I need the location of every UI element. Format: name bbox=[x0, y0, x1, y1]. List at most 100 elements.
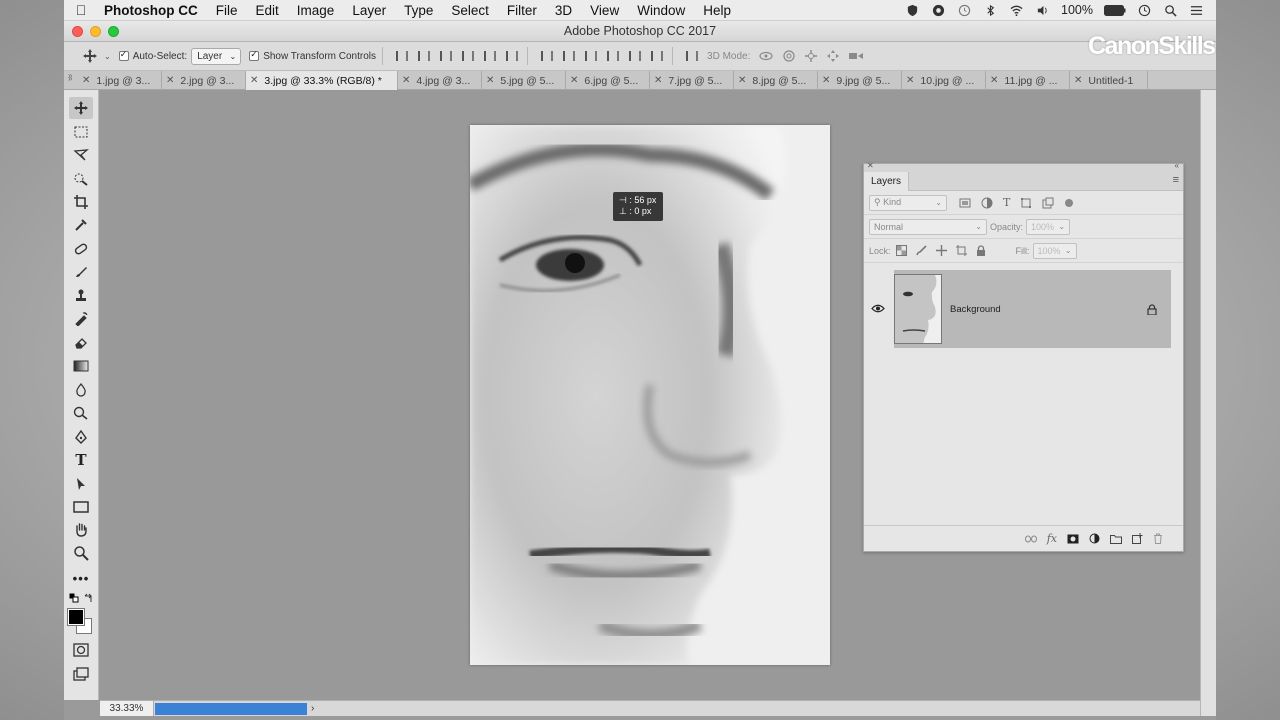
layer-lock-icon[interactable] bbox=[1147, 303, 1157, 315]
new-layer-icon[interactable] bbox=[1132, 533, 1143, 544]
history-brush-tool[interactable] bbox=[69, 308, 93, 330]
fill-field[interactable]: 100% ⌄ bbox=[1032, 242, 1077, 259]
close-tab-icon[interactable]: ✕ bbox=[402, 75, 410, 86]
eyedropper-tool[interactable] bbox=[69, 214, 93, 236]
rectangle-tool[interactable] bbox=[69, 496, 93, 518]
menu-select[interactable]: Select bbox=[442, 3, 498, 18]
tab-5-jpg[interactable]: ✕ 5.jpg @ 5... bbox=[482, 71, 566, 90]
lock-image-pixels-icon[interactable] bbox=[915, 245, 927, 256]
path-selection-tool[interactable] bbox=[69, 473, 93, 495]
close-tab-icon[interactable]: ✕ bbox=[250, 75, 258, 86]
menu-window[interactable]: Window bbox=[628, 3, 694, 18]
marquee-tool[interactable] bbox=[69, 121, 93, 143]
quick-mask-button[interactable] bbox=[69, 639, 93, 661]
filter-kind-dropdown[interactable]: ⚲ Kind ⌄ bbox=[869, 194, 947, 211]
filter-adjustment-icon[interactable] bbox=[981, 197, 993, 209]
dodge-tool[interactable] bbox=[69, 402, 93, 424]
layer-row-background[interactable]: Background bbox=[894, 270, 1171, 348]
align-bottom-icon[interactable] bbox=[437, 49, 453, 63]
new-adjustment-layer-icon[interactable] bbox=[1089, 533, 1100, 544]
new-group-folder-icon[interactable] bbox=[1110, 534, 1122, 544]
tool-preset-dropdown-icon[interactable]: ⌄ bbox=[104, 52, 111, 61]
quick-selection-tool[interactable] bbox=[69, 168, 93, 190]
3d-scale-icon[interactable] bbox=[848, 49, 864, 63]
close-tab-icon[interactable]: ✕ bbox=[990, 75, 998, 86]
menu-file[interactable]: File bbox=[207, 3, 247, 18]
zoom-window-button[interactable] bbox=[108, 26, 119, 37]
show-transform-check[interactable] bbox=[249, 49, 260, 61]
bluetooth-icon[interactable] bbox=[983, 4, 998, 17]
swap-colors-icon[interactable] bbox=[84, 593, 94, 603]
tab-11-jpg[interactable]: ✕ 11.jpg @ ... bbox=[986, 71, 1070, 90]
layer-visibility-eye-icon[interactable] bbox=[871, 304, 885, 313]
3d-slide-icon[interactable] bbox=[826, 49, 840, 63]
spotlight-search-icon[interactable] bbox=[1163, 4, 1178, 17]
align-vertical-center-icon[interactable] bbox=[415, 49, 431, 63]
menu-filter[interactable]: Filter bbox=[498, 3, 546, 18]
hand-tool[interactable] bbox=[69, 519, 93, 541]
filter-smart-object-icon[interactable] bbox=[1042, 197, 1054, 209]
move-tool-icon[interactable] bbox=[82, 48, 98, 64]
edit-toolbar-button[interactable]: ••• bbox=[69, 567, 93, 589]
close-tab-icon[interactable]: ✕ bbox=[570, 75, 578, 86]
menu-3d[interactable]: 3D bbox=[546, 3, 581, 18]
3d-roll-icon[interactable] bbox=[782, 49, 796, 63]
menu-app[interactable]: Photoshop CC bbox=[98, 3, 207, 18]
menu-edit[interactable]: Edit bbox=[247, 3, 288, 18]
wifi-icon[interactable] bbox=[1009, 4, 1024, 17]
lasso-tool[interactable] bbox=[69, 144, 93, 166]
close-tab-icon[interactable]: ✕ bbox=[906, 75, 914, 86]
tab-2-jpg[interactable]: ✕ 2.jpg @ 3... bbox=[162, 71, 246, 90]
close-panel-icon[interactable]: ✕ bbox=[867, 161, 874, 170]
clone-stamp-tool[interactable] bbox=[69, 285, 93, 307]
foreground-color-swatch[interactable] bbox=[67, 608, 85, 626]
3d-orbit-icon[interactable] bbox=[758, 49, 774, 63]
collapse-panel-icon[interactable]: « bbox=[1175, 161, 1179, 170]
tab-untitled-1[interactable]: ✕ Untitled-1 bbox=[1070, 71, 1148, 90]
minimize-window-button[interactable] bbox=[90, 26, 101, 37]
auto-select-dropdown[interactable]: Layer ⌄ bbox=[191, 47, 242, 65]
menu-layer[interactable]: Layer bbox=[343, 3, 395, 18]
menu-view[interactable]: View bbox=[581, 3, 628, 18]
distribute-top-icon[interactable] bbox=[538, 49, 554, 63]
tools-collapse-icon[interactable]: » bbox=[68, 74, 72, 83]
apple-icon[interactable]:  bbox=[64, 2, 98, 18]
close-tab-icon[interactable]: ✕ bbox=[166, 75, 174, 86]
distribute-horizontal-center-icon[interactable] bbox=[626, 49, 642, 63]
distribute-vertical-center-icon[interactable] bbox=[560, 49, 576, 63]
shield-icon[interactable] bbox=[905, 4, 920, 17]
tab-9-jpg[interactable]: ✕ 9.jpg @ 5... bbox=[818, 71, 902, 90]
auto-select-check[interactable] bbox=[118, 49, 129, 61]
tab-layers[interactable]: Layers bbox=[864, 172, 910, 191]
close-tab-icon[interactable]: ✕ bbox=[1074, 75, 1082, 86]
close-tab-icon[interactable]: ✕ bbox=[822, 75, 830, 86]
move-tool[interactable] bbox=[69, 97, 93, 119]
screen-mode-button[interactable] bbox=[69, 663, 93, 685]
lock-transparent-pixels-icon[interactable] bbox=[895, 245, 907, 256]
filter-shape-icon[interactable] bbox=[1020, 197, 1032, 209]
align-left-icon[interactable] bbox=[459, 49, 475, 63]
tab-8-jpg[interactable]: ✕ 8.jpg @ 5... bbox=[734, 71, 818, 90]
tab-1-jpg[interactable]: ✕ 1.jpg @ 3... bbox=[78, 71, 162, 90]
tab-7-jpg[interactable]: ✕ 7.jpg @ 5... bbox=[650, 71, 734, 90]
lock-position-icon[interactable] bbox=[935, 245, 947, 256]
eraser-tool[interactable] bbox=[69, 332, 93, 354]
show-transform-checkbox[interactable]: Show Transform Controls bbox=[249, 49, 376, 62]
auto-align-layers-icon[interactable] bbox=[683, 49, 699, 63]
menu-help[interactable]: Help bbox=[694, 3, 740, 18]
layer-name[interactable]: Background bbox=[950, 304, 1001, 315]
notification-center-icon[interactable] bbox=[1189, 4, 1204, 17]
close-tab-icon[interactable]: ✕ bbox=[654, 75, 662, 86]
panel-header[interactable]: ✕ « bbox=[864, 161, 1183, 172]
default-colors-icon[interactable] bbox=[69, 593, 79, 603]
distribute-bottom-icon[interactable] bbox=[582, 49, 598, 63]
close-tab-icon[interactable]: ✕ bbox=[738, 75, 746, 86]
distribute-right-icon[interactable] bbox=[648, 49, 664, 63]
menu-type[interactable]: Type bbox=[395, 3, 442, 18]
menu-image[interactable]: Image bbox=[288, 3, 344, 18]
add-layer-mask-icon[interactable] bbox=[1067, 534, 1079, 544]
close-tab-icon[interactable]: ✕ bbox=[486, 75, 494, 86]
distribute-left-icon[interactable] bbox=[604, 49, 620, 63]
pen-tool[interactable] bbox=[69, 426, 93, 448]
time-machine-icon[interactable] bbox=[957, 4, 972, 17]
